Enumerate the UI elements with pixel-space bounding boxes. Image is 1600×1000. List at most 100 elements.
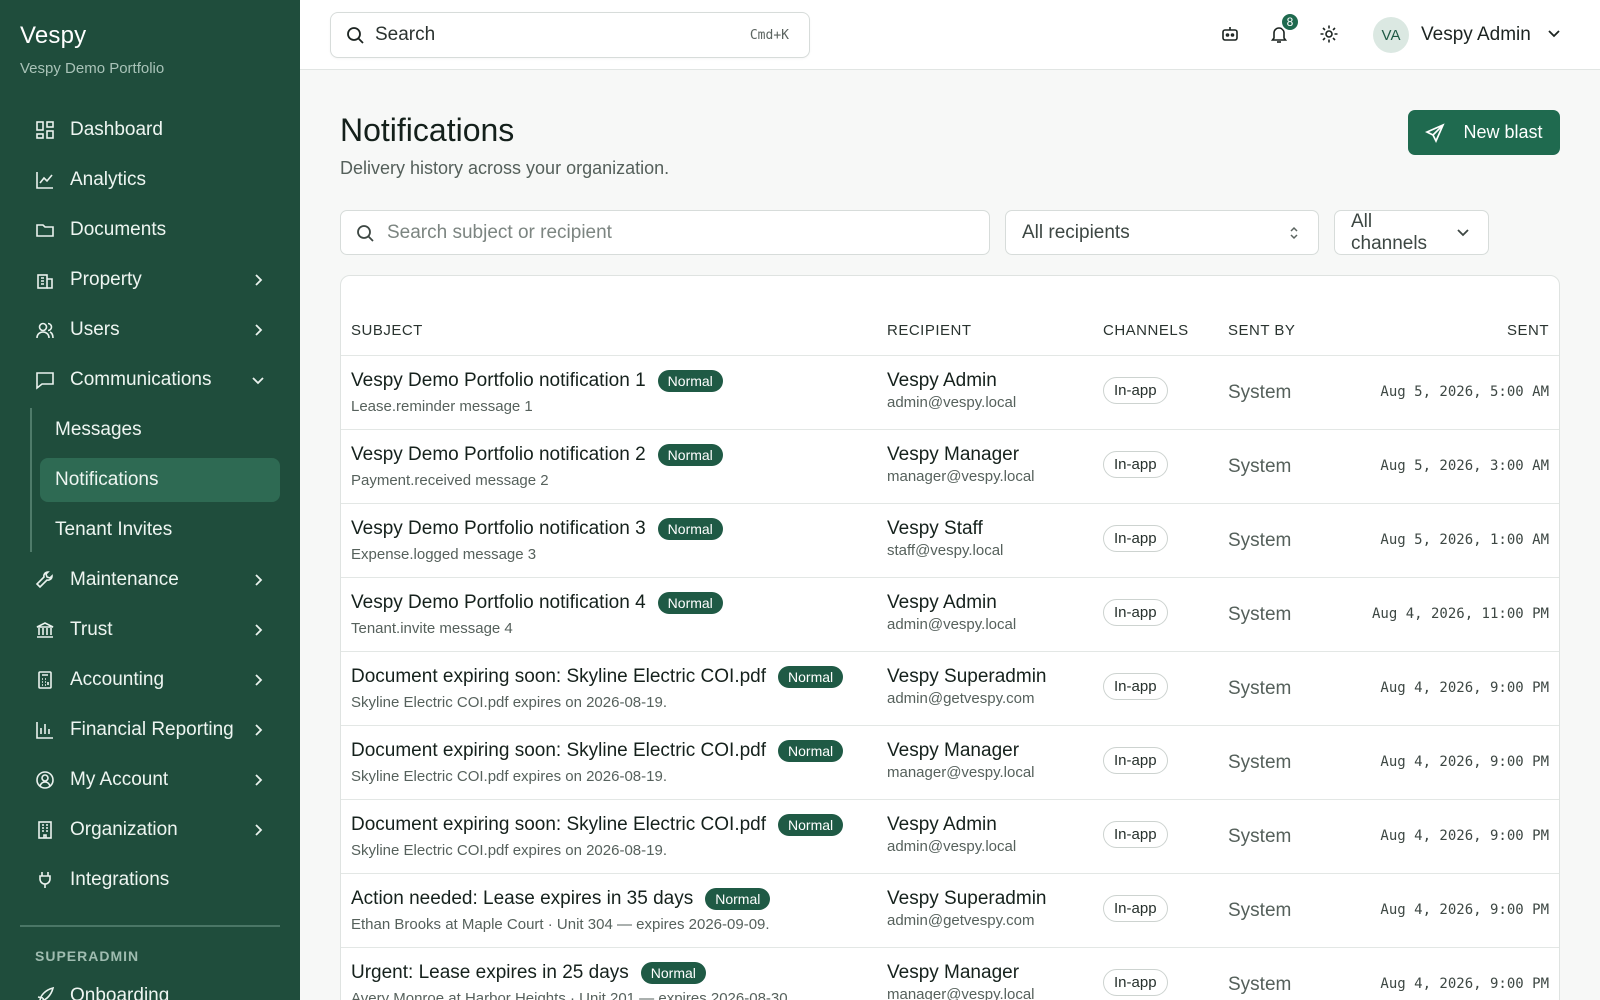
sidebar-item-label: Analytics xyxy=(70,169,147,190)
row-subject-line: Document expiring soon: Skyline Electric… xyxy=(351,664,844,690)
bank-icon xyxy=(34,619,56,641)
gear-icon[interactable] xyxy=(1317,22,1341,46)
plug-icon xyxy=(34,869,56,891)
row-subject-line: Vespy Demo Portfolio notification 1 Norma… xyxy=(351,368,723,394)
search-icon xyxy=(345,25,365,45)
sent-by: System xyxy=(1228,456,1292,477)
sent-by: System xyxy=(1228,604,1292,625)
sidebar-item-documents[interactable]: Documents xyxy=(20,208,280,252)
sidebar-item-label: Users xyxy=(70,319,120,340)
sent-timestamp: Aug 4, 2026, 9:00 PM xyxy=(1380,976,1549,992)
row-subject-line: Document expiring soon: Skyline Electric… xyxy=(351,812,844,838)
sidebar-item-maintenance[interactable]: Maintenance xyxy=(20,558,280,602)
subject-search-input[interactable]: Search subject or recipient xyxy=(340,210,990,255)
row-subject: Action needed: Lease expires in 35 days N… xyxy=(351,886,771,933)
row-subject-title: Action needed: Lease expires in 35 days xyxy=(351,888,694,909)
sidebar-item-notifications[interactable]: Notifications xyxy=(40,458,280,502)
sidebar-item-property[interactable]: Property xyxy=(20,258,280,302)
row-subject: Vespy Demo Portfolio notification 4 Norma… xyxy=(351,590,723,637)
calculator-icon xyxy=(34,669,56,691)
sidebar-divider xyxy=(20,925,280,927)
chevron-right-icon xyxy=(250,722,266,738)
column-header-sent-by[interactable]: SENT BY xyxy=(1228,322,1295,339)
table-row[interactable]: Vespy Demo Portfolio notification 1 Norma… xyxy=(341,356,1559,430)
sidebar-item-analytics[interactable]: Analytics xyxy=(20,158,280,202)
building-icon xyxy=(34,269,56,291)
sidebar-item-accounting[interactable]: Accounting xyxy=(20,658,280,702)
channels-select-value: All channels xyxy=(1351,210,1428,254)
search-shortcut: Cmd+K xyxy=(749,27,789,43)
recipients-select[interactable]: All recipients xyxy=(1005,210,1319,255)
row-subject-body: Ethan Brooks at Maple Court · Unit 304 —… xyxy=(351,916,770,933)
new-blast-button[interactable]: New blast xyxy=(1408,110,1560,155)
table-row[interactable]: Vespy Demo Portfolio notification 4 Norma… xyxy=(341,578,1559,652)
row-recipient: Vespy Superadmin admin@getvespy.com xyxy=(887,666,1047,707)
row-subject-line: Action needed: Lease expires in 35 days N… xyxy=(351,886,771,912)
topbar: Search Cmd+K 8 VA Vespy Admin xyxy=(300,0,1600,70)
user-name: Vespy Admin xyxy=(1421,24,1531,45)
brand-name[interactable]: Vespy xyxy=(20,22,164,50)
sent-by: System xyxy=(1228,382,1292,403)
sidebar-item-tenant-invites[interactable]: Tenant Invites xyxy=(40,508,280,552)
sidebar-item-label: Tenant Invites xyxy=(55,519,173,540)
sidebar-item-label: Communications xyxy=(70,369,212,390)
column-header-sent[interactable]: SENT xyxy=(1507,322,1549,339)
sidebar-item-communications[interactable]: Communications xyxy=(20,358,280,402)
row-subject-title: Document expiring soon: Skyline Electric… xyxy=(351,740,767,761)
chevron-down-icon xyxy=(250,372,266,388)
table-row[interactable]: Document expiring soon: Skyline Electric… xyxy=(341,726,1559,800)
column-header-subject[interactable]: SUBJECT xyxy=(351,322,423,339)
row-subject-body: Expense.logged message 3 xyxy=(351,546,537,563)
column-header-recipient[interactable]: RECIPIENT xyxy=(887,322,972,339)
column-header-channels[interactable]: CHANNELS xyxy=(1103,322,1189,339)
table-row[interactable]: Vespy Demo Portfolio notification 3 Norma… xyxy=(341,504,1559,578)
sidebar-item-users[interactable]: Users xyxy=(20,308,280,352)
sent-by: System xyxy=(1228,900,1292,921)
row-subject: Document expiring soon: Skyline Electric… xyxy=(351,664,844,711)
channels-select[interactable]: All channels xyxy=(1334,210,1489,255)
sent-timestamp: Aug 5, 2026, 1:00 AM xyxy=(1380,532,1549,548)
user-menu[interactable]: VA Vespy Admin xyxy=(1373,17,1561,53)
sidebar-item-messages[interactable]: Messages xyxy=(40,408,280,452)
channel-badge: In-app xyxy=(1103,525,1168,552)
priority-badge: Normal xyxy=(657,518,723,540)
sidebar-item-onboarding[interactable]: Onboarding xyxy=(20,974,280,1000)
table-row[interactable]: Document expiring soon: Skyline Electric… xyxy=(341,652,1559,726)
channel-badge: In-app xyxy=(1103,895,1168,922)
global-search[interactable]: Search Cmd+K xyxy=(330,12,810,58)
chevron-right-icon xyxy=(250,572,266,588)
row-recipient: Vespy Admin admin@vespy.local xyxy=(887,592,1016,633)
updown-chevron-icon xyxy=(1286,225,1302,241)
table-row[interactable]: Urgent: Lease expires in 25 days Normal Av… xyxy=(341,948,1559,1000)
users-icon xyxy=(34,319,56,341)
channel-badge: In-app xyxy=(1103,451,1168,478)
sidebar-item-organization[interactable]: Organization xyxy=(20,808,280,852)
bot-icon[interactable] xyxy=(1218,22,1242,46)
recipient-name: Vespy Manager xyxy=(887,962,1020,983)
row-subject-line: Urgent: Lease expires in 25 days Normal xyxy=(351,960,792,986)
sidebar-item-integrations[interactable]: Integrations xyxy=(20,858,280,902)
table-row[interactable]: Vespy Demo Portfolio notification 2 Norma… xyxy=(341,430,1559,504)
chevron-right-icon xyxy=(250,822,266,838)
row-recipient: Vespy Manager manager@vespy.local xyxy=(887,962,1035,1000)
sidebar-item-trust[interactable]: Trust xyxy=(20,608,280,652)
row-subject-line: Document expiring soon: Skyline Electric… xyxy=(351,738,844,764)
table-row[interactable]: Document expiring soon: Skyline Electric… xyxy=(341,800,1559,874)
communications-subnav: Messages Notifications Tenant Invites xyxy=(30,408,280,552)
sidebar-item-label: Messages xyxy=(55,419,142,440)
recipient-email: admin@getvespy.com xyxy=(887,690,1035,707)
chevron-right-icon xyxy=(250,322,266,338)
sidebar-item-label: Maintenance xyxy=(70,569,179,590)
sent-timestamp: Aug 4, 2026, 9:00 PM xyxy=(1380,754,1549,770)
recipient-email: staff@vespy.local xyxy=(887,542,1004,559)
sidebar-item-my-account[interactable]: My Account xyxy=(20,758,280,802)
table-row[interactable]: Action needed: Lease expires in 35 days N… xyxy=(341,874,1559,948)
sidebar-item-financial-reporting[interactable]: Financial Reporting xyxy=(20,708,280,752)
recipient-name: Vespy Superadmin xyxy=(887,666,1047,687)
chevron-right-icon xyxy=(250,622,266,638)
row-recipient: Vespy Staff staff@vespy.local xyxy=(887,518,1003,559)
channel-badge: In-app xyxy=(1103,747,1168,774)
row-recipient: Vespy Superadmin admin@getvespy.com xyxy=(887,888,1047,929)
sidebar-item-dashboard[interactable]: Dashboard xyxy=(20,108,280,152)
sent-by: System xyxy=(1228,826,1292,847)
